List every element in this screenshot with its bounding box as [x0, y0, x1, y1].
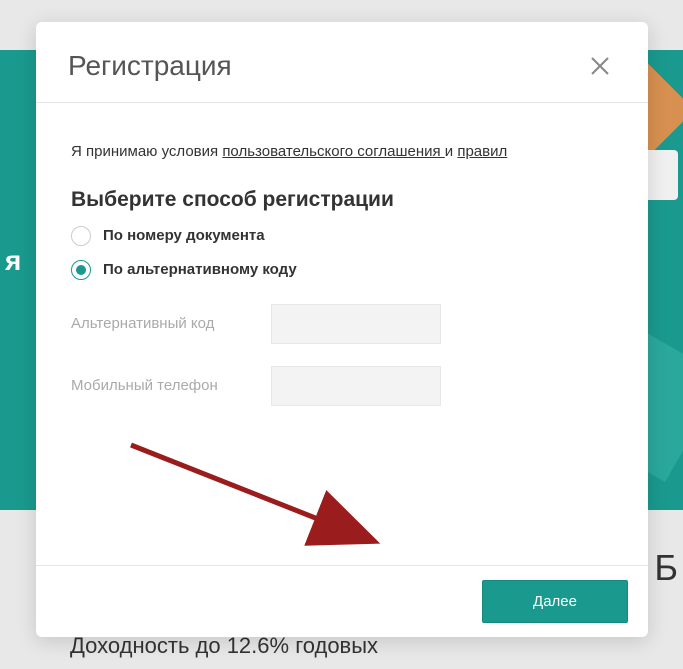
radio-group: По номеру документа По альтернативному к… — [71, 226, 613, 280]
form-row-alt-code: Альтернативный код — [71, 304, 613, 344]
radio-option-document[interactable]: По номеру документа — [71, 226, 613, 246]
radio-icon — [71, 226, 91, 246]
alt-code-input[interactable] — [271, 304, 441, 344]
radio-label: По номеру документа — [103, 227, 265, 244]
radio-icon-selected — [71, 260, 91, 280]
terms-text: Я принимаю условия пользовательского сог… — [71, 141, 613, 164]
registration-modal: Регистрация Я принимаю условия пользоват… — [36, 22, 648, 637]
phone-label: Мобильный телефон — [71, 377, 251, 394]
alt-code-label: Альтернативный код — [71, 315, 251, 332]
terms-prefix: Я принимаю условия — [71, 143, 222, 160]
section-title: Выберите способ регистрации — [71, 188, 613, 212]
phone-input[interactable] — [271, 366, 441, 406]
next-button[interactable]: Далее — [482, 580, 628, 623]
terms-link-rules[interactable]: правил — [457, 143, 507, 160]
modal-footer: Далее — [36, 565, 648, 637]
modal-title: Регистрация — [68, 50, 232, 82]
background-text-right: Б — [654, 547, 678, 589]
terms-mid: и — [445, 143, 458, 160]
close-button[interactable] — [584, 50, 616, 82]
arrow-annotation — [121, 435, 401, 555]
radio-option-alt-code[interactable]: По альтернативному коду — [71, 260, 613, 280]
radio-label: По альтернативному коду — [103, 261, 297, 278]
background-text-left: я — [0, 240, 26, 282]
modal-header: Регистрация — [36, 22, 648, 103]
close-icon — [588, 54, 612, 78]
modal-body: Я принимаю условия пользовательского сог… — [36, 103, 648, 565]
terms-link-agreement[interactable]: пользовательского соглашения — [222, 143, 444, 160]
form-row-phone: Мобильный телефон — [71, 366, 613, 406]
